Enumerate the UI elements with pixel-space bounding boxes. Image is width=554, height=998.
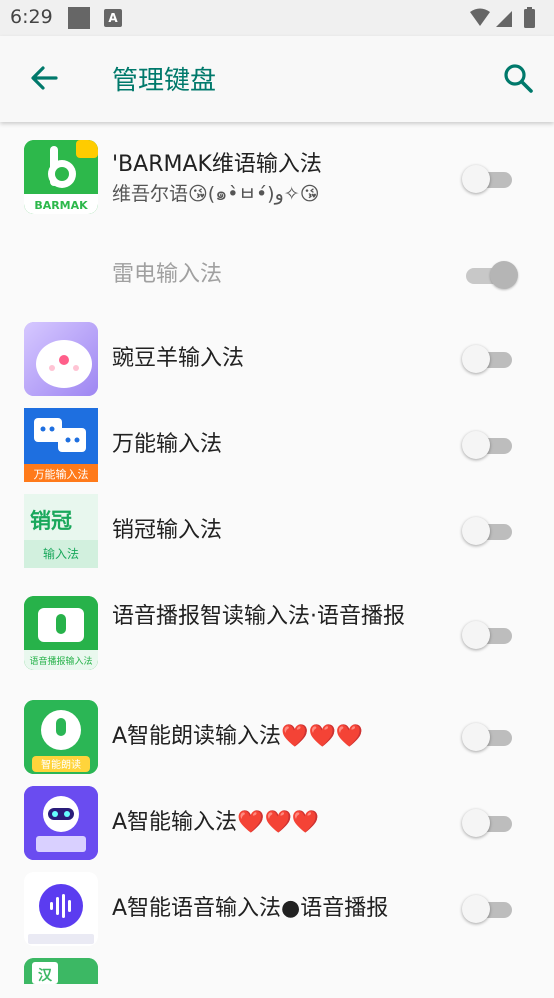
app-bar: 管理键盘 (0, 36, 554, 122)
keyboard-row-wandouyang[interactable]: 豌豆羊输入法 (0, 322, 554, 408)
keyboard-toggle[interactable] (462, 514, 514, 548)
keyboard-toggle[interactable] (462, 342, 514, 376)
keyboard-toggle[interactable] (462, 720, 514, 754)
keyboard-row-yuyinbobao[interactable]: 语音播报输入法 语音播报智读输入法·语音播报 (0, 580, 554, 700)
status-time: 6:29 (10, 6, 53, 28)
keyboard-toggle[interactable] (462, 892, 514, 926)
microphone-app-icon: 语音播报输入法 (24, 596, 98, 670)
keyboard-row-barmak[interactable]: BARMAK 'BARMAK维语输入法 维吾尔语😘(๑•̀ㅂ•́)و✧😘 (0, 122, 554, 228)
barmak-app-icon: BARMAK (24, 140, 98, 214)
keyboard-subtitle: 维吾尔语😘(๑•̀ㅂ•́)و✧😘 (112, 183, 320, 205)
robot-app-icon (24, 786, 98, 860)
keyboard-row-han[interactable]: 汉 (0, 958, 554, 998)
battery-icon (524, 9, 535, 28)
keyboard-row-wanneng[interactable]: 万能输入法 万能输入法 (0, 408, 554, 494)
keyboard-name: A智能语音输入法●语音播报 (112, 896, 389, 921)
keyboard-toggle (462, 258, 518, 292)
keyboard-name: A智能朗读输入法❤️❤️❤️ (112, 724, 364, 749)
keyboard-toggle[interactable] (462, 162, 514, 196)
page-title: 管理键盘 (112, 66, 217, 96)
status-bar: 6:29 A (0, 0, 554, 36)
chat-bubbles-app-icon: 万能输入法 (24, 408, 98, 482)
svg-text:汉: 汉 (38, 968, 53, 984)
keyboard-toggle[interactable] (462, 806, 514, 840)
search-icon[interactable] (500, 60, 536, 96)
keyboard-name: 'BARMAK维语输入法 (112, 152, 322, 177)
font-notification-icon: A (104, 9, 122, 27)
keyboard-row-zhinengyuyin[interactable]: A智能语音输入法●语音播报 (0, 872, 554, 958)
keyboard-row-xiaoguan[interactable]: 销冠 输入法 销冠输入法 (0, 494, 554, 580)
svg-text:输入法: 输入法 (43, 546, 79, 561)
notification-icon (68, 7, 90, 29)
svg-text:销冠: 销冠 (30, 509, 72, 533)
xiaoguan-app-icon: 销冠 输入法 (24, 494, 98, 568)
svg-text:万能输入法: 万能输入法 (34, 467, 89, 481)
back-arrow-icon[interactable] (26, 60, 62, 96)
keyboard-name: 雷电输入法 (112, 262, 223, 287)
voice-wave-app-icon (24, 872, 98, 946)
sheep-app-icon (24, 322, 98, 396)
keyboard-name: 豌豆羊输入法 (112, 346, 245, 371)
keyboard-name: 语音播报智读输入法·语音播报 (112, 604, 405, 629)
status-icons (470, 7, 535, 28)
keyboard-row-leidian: 雷电输入法 (0, 228, 554, 322)
keyboard-name: 销冠输入法 (112, 518, 223, 543)
keyboard-toggle[interactable] (462, 618, 514, 652)
keyboard-name: 万能输入法 (112, 432, 223, 457)
svg-text:BARMAK: BARMAK (34, 199, 88, 212)
signal-icon (496, 11, 512, 27)
han-app-icon: 汉 (24, 958, 98, 984)
wifi-icon (470, 8, 490, 26)
reader-app-icon: 智能朗读 (24, 700, 98, 774)
keyboard-name: A智能输入法❤️❤️❤️ (112, 810, 320, 835)
svg-text:语音播报输入法: 语音播报输入法 (29, 655, 92, 667)
svg-text:智能朗读: 智能朗读 (41, 758, 81, 771)
keyboard-row-langdu[interactable]: 智能朗读 A智能朗读输入法❤️❤️❤️ (0, 700, 554, 786)
keyboard-row-zhineng[interactable]: A智能输入法❤️❤️❤️ (0, 786, 554, 872)
keyboard-toggle[interactable] (462, 428, 514, 462)
